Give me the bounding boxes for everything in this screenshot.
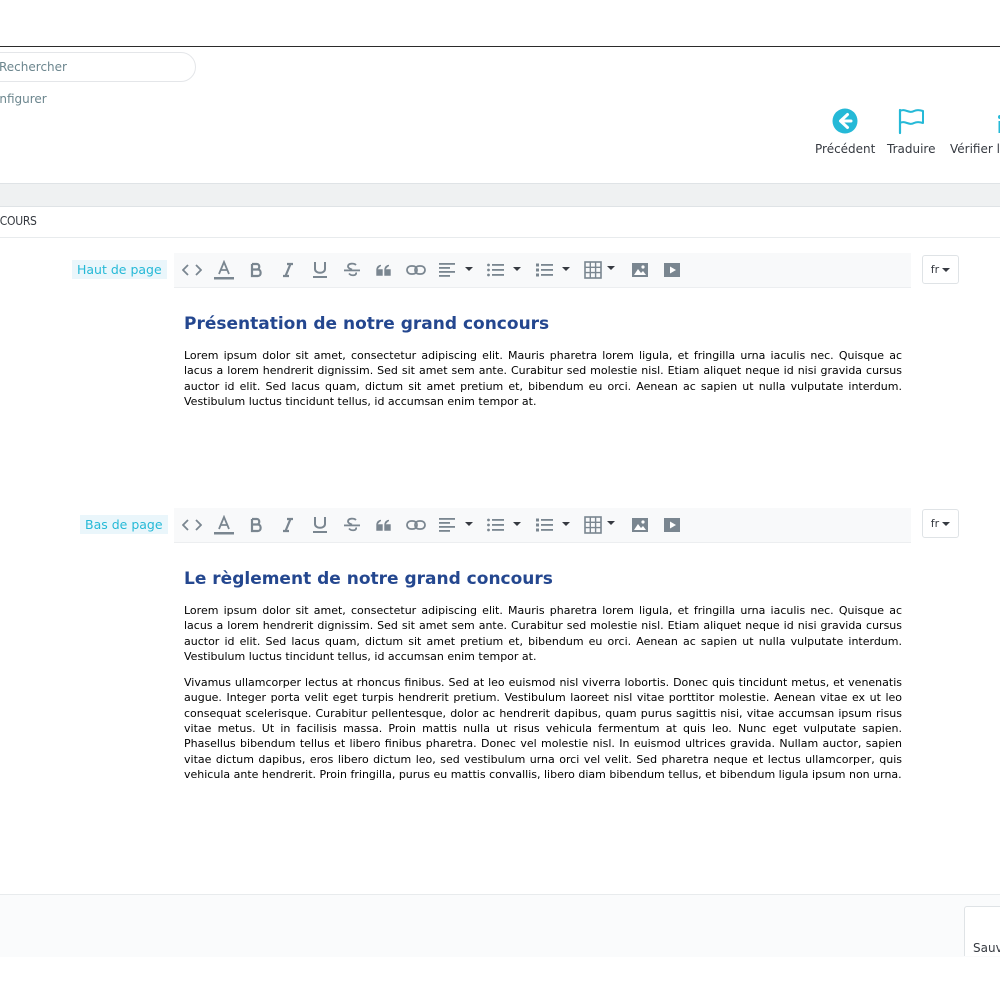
language-value: fr [930, 517, 940, 530]
editor-toolbar-footer [174, 508, 911, 543]
image-icon[interactable] [629, 515, 651, 535]
search-box[interactable] [0, 52, 196, 82]
breadcrumb[interactable]: onfigurer [0, 92, 47, 106]
panel-title: NCOURS [0, 214, 37, 228]
strikethrough-icon[interactable] [341, 515, 363, 535]
underline-icon[interactable] [309, 260, 331, 280]
page: onfigurer Précédent Traduire [0, 0, 1000, 1000]
underline-icon[interactable] [309, 515, 331, 535]
language-dropdown-header[interactable]: fr [922, 255, 959, 284]
strikethrough-icon[interactable] [341, 260, 363, 280]
font-color-icon[interactable] [213, 515, 235, 535]
quote-icon[interactable] [373, 515, 395, 535]
save-label: Sauvegarder [973, 941, 1000, 955]
field-label-header: Haut de page [72, 260, 167, 279]
previous-button[interactable]: Précédent [815, 106, 875, 156]
bold-icon[interactable] [245, 260, 267, 280]
editor-toolbar-header [174, 253, 911, 288]
bold-icon[interactable] [245, 515, 267, 535]
form-footer [0, 894, 1000, 957]
section-heading: Le règlement de notre grand concours [184, 569, 553, 589]
list-ol-icon[interactable] [534, 260, 572, 280]
translate-label: Traduire [887, 142, 936, 156]
align-left-icon[interactable] [437, 515, 475, 535]
search-input[interactable] [0, 53, 179, 81]
paragraph: Lorem ipsum dolor sit amet, consectetur … [184, 604, 902, 663]
field-label-footer: Bas de page [80, 515, 168, 534]
info-icon [994, 106, 1000, 136]
flag-icon [887, 106, 935, 136]
editor-content-header[interactable]: Présentation de notre grand concours Lor… [184, 314, 902, 420]
video-icon[interactable] [661, 260, 683, 280]
breadcrumb-current[interactable]: onfigurer [0, 92, 47, 106]
table-icon[interactable] [583, 260, 621, 280]
caret-down-icon [942, 521, 951, 526]
list-ol-icon[interactable] [534, 515, 572, 535]
language-value: fr [930, 263, 940, 276]
section-heading: Présentation de notre grand concours [184, 314, 550, 334]
verify-button[interactable]: Vérifier la [950, 106, 1000, 156]
save-button[interactable]: Sauvegarder [964, 906, 1000, 956]
italic-icon[interactable] [277, 515, 299, 535]
paragraph: Lorem ipsum dolor sit amet, consectetur … [184, 349, 902, 408]
paragraph: Vivamus ullamcorper lectus at rhoncus fi… [184, 676, 902, 781]
list-ul-icon[interactable] [485, 515, 523, 535]
language-dropdown-footer[interactable]: fr [922, 509, 959, 538]
header-band [0, 183, 1000, 207]
image-icon[interactable] [629, 260, 651, 280]
top-divider [0, 46, 1000, 47]
code-icon[interactable] [181, 515, 203, 535]
previous-label: Précédent [815, 142, 876, 156]
arrow-left-circle-icon [815, 106, 875, 136]
code-icon[interactable] [181, 260, 203, 280]
panel-title-divider [0, 237, 1000, 238]
editor-content-footer[interactable]: Le règlement de notre grand concours Lor… [184, 569, 902, 793]
video-icon[interactable] [661, 515, 683, 535]
align-left-icon[interactable] [437, 260, 475, 280]
italic-icon[interactable] [277, 260, 299, 280]
verify-label: Vérifier la [950, 142, 1000, 156]
table-icon[interactable] [583, 515, 621, 535]
translate-button[interactable]: Traduire [887, 106, 935, 156]
quote-icon[interactable] [373, 260, 395, 280]
list-ul-icon[interactable] [485, 260, 523, 280]
link-icon[interactable] [405, 260, 427, 280]
link-icon[interactable] [405, 515, 427, 535]
caret-down-icon [942, 267, 951, 272]
font-color-icon[interactable] [213, 260, 235, 280]
